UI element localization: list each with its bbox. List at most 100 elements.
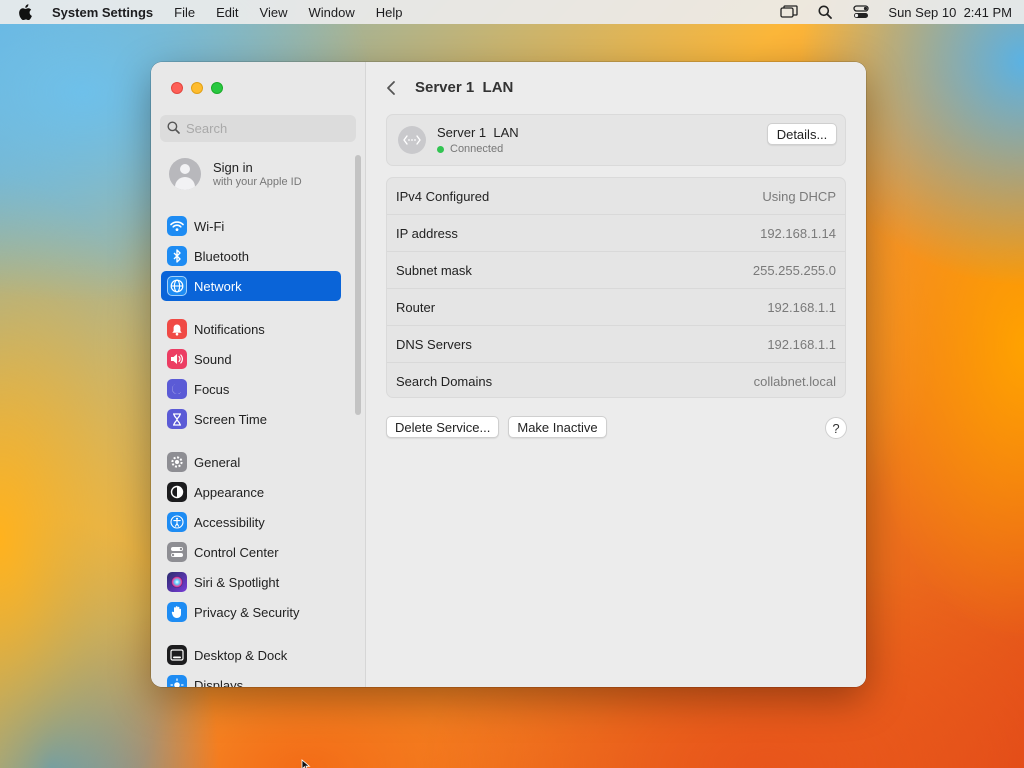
sidebar-item-label: Privacy & Security [194,604,300,620]
info-row-search-domains: Search Domains collabnet.local [387,363,845,400]
help-button[interactable]: ? [825,417,847,439]
info-row-dns-servers: DNS Servers 192.168.1.1 [387,326,845,363]
signin-subtitle: with your Apple ID [213,176,302,188]
info-label: Search Domains [396,374,493,389]
sidebar-item-label: Bluetooth [194,248,249,264]
sidebar-item-label: Network [194,278,242,294]
info-row-ipv4-configured: IPv4 Configured Using DHCP [387,178,845,215]
search-input[interactable] [186,121,346,136]
minimize-window-button[interactable] [191,82,203,94]
delete-service-button[interactable]: Delete Service... [386,416,500,438]
appearance-icon [167,482,187,502]
menu-window[interactable]: Window [308,5,354,20]
sidebar-item-accessibility[interactable]: Accessibility [161,507,341,537]
sidebar-item-label: Appearance [194,484,265,500]
sidebar-item-sound[interactable]: Sound [161,344,341,374]
sidebar-item-label: Sound [194,351,232,367]
accessibility-icon [167,512,187,532]
close-window-button[interactable] [171,82,183,94]
sidebar-item-network[interactable]: Network [161,271,341,301]
screen-mirroring-icon[interactable] [780,4,799,20]
sidebar-item-displays[interactable]: Displays [161,670,341,687]
sidebar-item-siri-spotlight[interactable]: Siri & Spotlight [161,567,341,597]
details-button[interactable]: Details... [767,123,837,145]
service-status: Connected [450,143,504,155]
gear-icon [167,452,187,472]
sidebar-item-privacy-security[interactable]: Privacy & Security [161,597,341,627]
sidebar-item-label: General [194,454,241,470]
info-row-router: Router 192.168.1.1 [387,289,845,326]
zoom-window-button[interactable] [211,82,223,94]
sidebar-item-focus[interactable]: Focus [161,374,341,404]
control-center-icon[interactable] [852,4,870,20]
status-badge: Connected [437,143,519,155]
sidebar-item-control-center[interactable]: Control Center [161,537,341,567]
sidebar-item-screen-time[interactable]: Screen Time [161,404,341,434]
menu-file[interactable]: File [174,5,195,20]
sidebar-item-desktop-dock[interactable]: Desktop & Dock [161,640,341,670]
sidebar-scrollbar[interactable] [355,155,361,415]
info-row-ip-address: IP address 192.168.1.14 [387,215,845,252]
bluetooth-icon [167,246,187,266]
service-name: Server 1 LAN [437,125,519,140]
sidebar-item-label: Screen Time [194,411,267,427]
menubar-clock[interactable]: Sun Sep 10 2:41 PM [888,5,1012,20]
settings-window: Sign in with your Apple ID Wi-Fi Bluetoo… [151,62,866,687]
dock-icon [167,645,187,665]
apple-menu-icon[interactable] [18,4,34,20]
info-label: IPv4 Configured [396,188,490,204]
page-title: Server 1 LAN [415,79,514,96]
sidebar: Sign in with your Apple ID Wi-Fi Bluetoo… [151,62,366,687]
apple-id-signin[interactable]: Sign in with your Apple ID [169,158,302,190]
make-inactive-button[interactable]: Make Inactive [508,416,607,438]
sidebar-item-label: Wi-Fi [194,218,225,234]
menu-edit[interactable]: Edit [216,5,238,20]
window-controls [171,82,223,94]
search-icon [167,121,180,137]
chevron-left-icon [387,81,395,95]
sidebar-item-label: Desktop & Dock [194,647,288,663]
speaker-icon [167,349,187,369]
sidebar-item-label: Accessibility [194,514,265,530]
status-dot-icon [437,145,444,153]
hourglass-icon [167,409,187,429]
info-row-subnet-mask: Subnet mask 255.255.255.0 [387,252,845,289]
signin-title: Sign in [213,160,253,175]
info-value: 192.168.1.1 [767,299,836,315]
sun-icon [167,675,187,687]
info-value: collabnet.local [753,374,836,389]
sidebar-item-label: Control Center [194,544,279,560]
menu-view[interactable]: View [260,5,288,20]
main-pane: Server 1 LAN Server 1 LAN Connected Deta… [366,62,866,687]
mouse-pointer-icon [301,759,311,768]
sidebar-item-label: Notifications [194,321,265,337]
sidebar-item-label: Focus [194,381,230,397]
search-field[interactable] [160,115,356,142]
info-value: Using DHCP [762,188,836,204]
sidebar-item-wifi[interactable]: Wi-Fi [161,211,341,241]
menu-help[interactable]: Help [376,5,403,20]
spotlight-search-icon[interactable] [816,4,834,20]
ethernet-icon [398,126,426,154]
service-actions: Delete Service... Make Inactive [386,416,607,438]
sidebar-item-label: Displays [194,677,244,688]
bell-icon [167,319,187,339]
sidebar-item-general[interactable]: General [161,447,341,477]
hand-icon [167,602,187,622]
info-value: 255.255.255.0 [752,262,836,278]
network-info-list: IPv4 Configured Using DHCP IP address 19… [386,177,846,398]
info-value: 192.168.1.1 [767,336,836,352]
moon-icon [167,379,187,399]
info-label: DNS Servers [396,336,472,352]
sidebar-item-appearance[interactable]: Appearance [161,477,341,507]
service-header-card: Server 1 LAN Connected Details... [386,114,846,166]
app-name-menu[interactable]: System Settings [52,5,153,20]
info-value: 192.168.1.14 [760,225,836,241]
avatar [169,158,201,190]
info-label: Router [396,299,436,315]
globe-icon [167,276,187,296]
sidebar-item-bluetooth[interactable]: Bluetooth [161,241,341,271]
wifi-icon [167,216,187,236]
back-button[interactable] [386,79,400,97]
sidebar-item-notifications[interactable]: Notifications [161,314,341,344]
